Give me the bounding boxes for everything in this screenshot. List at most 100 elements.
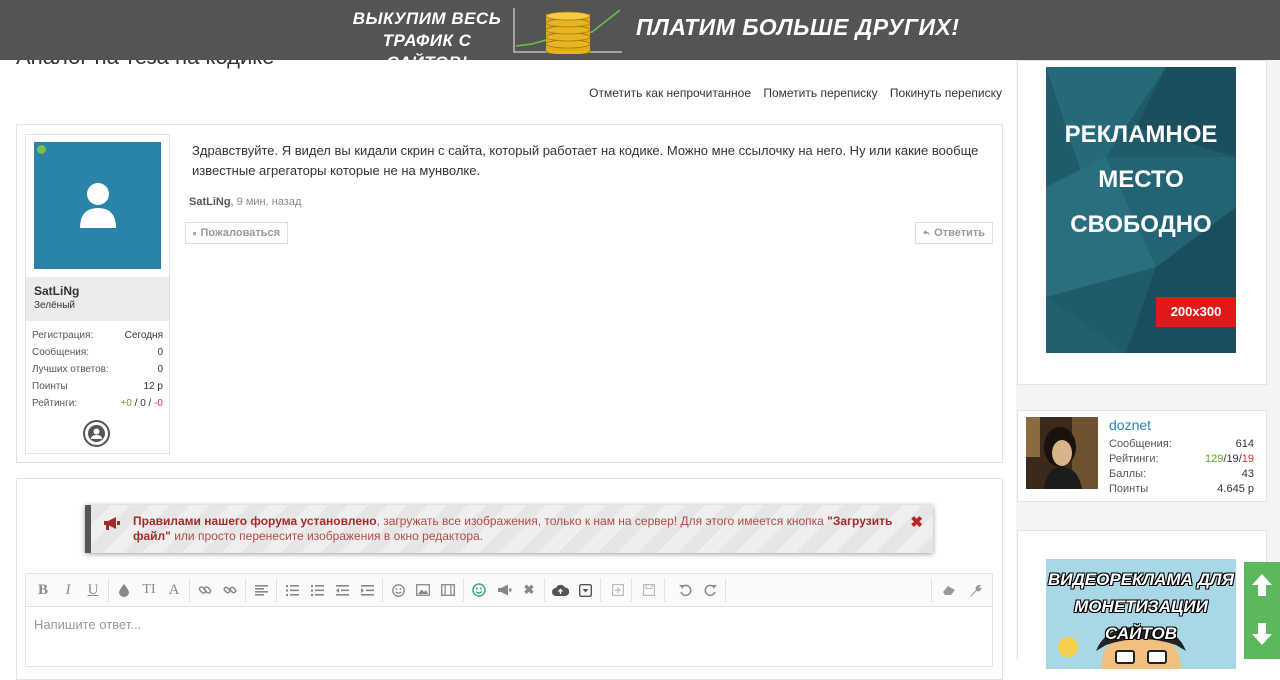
stat-row: Сообщения: 0 (32, 344, 163, 361)
reply-area: Правилами нашего форума установлено, заг… (16, 478, 1003, 680)
stat-row: Поинты 12 р (32, 378, 163, 395)
report-label: Пожаловаться (200, 222, 280, 244)
sidebar-ad-block: РЕКЛАМНОЕМЕСТОСВОБОДНО 200x300 (1017, 60, 1267, 385)
stat-label: Сообщения: (32, 344, 89, 361)
font-family-icon[interactable]: A (162, 574, 186, 606)
stat-row: Регистрация: Сегодня (32, 327, 163, 344)
ad-line: РЕКЛАМНОЕ (1046, 112, 1236, 157)
mark-unread-link[interactable]: Отметить как непрочитанное (589, 86, 751, 100)
toolbar-separator (245, 578, 246, 602)
save-draft-icon[interactable] (637, 574, 661, 606)
ad-line: СВОБОДНО (1046, 202, 1236, 247)
bold-icon[interactable]: B (31, 574, 55, 606)
font-size-icon[interactable]: TI (137, 574, 161, 606)
ad-text: РЕКЛАМНОЕМЕСТОСВОБОДНО (1046, 112, 1236, 247)
banner-right-text: ПЛАТИМ БОЛЬШЕ ДРУГИХ! (636, 14, 959, 41)
toolbar-separator (544, 578, 545, 602)
scroll-up-button[interactable] (1244, 562, 1280, 609)
ad-line: МЕСТО (1046, 157, 1236, 202)
doznet-username[interactable]: doznet (1109, 417, 1151, 433)
top-ad-banner[interactable]: ВЫКУПИМ ВЕСЬ ТРАФИК С САЙТОВ! ПЛАТИМ БОЛ… (0, 0, 1280, 60)
profile-icon[interactable] (83, 420, 110, 447)
notice-bold: Правилами нашего форума установлено (133, 514, 377, 528)
underline-icon[interactable]: U (81, 574, 105, 606)
stat-label: Баллы: (1109, 467, 1146, 482)
dropdown-box-icon[interactable] (573, 574, 597, 606)
rating-neutral: 19 (1226, 453, 1238, 465)
post-text: Здравствуйте. Я видел вы кидали скрин с … (192, 141, 992, 181)
stat-label: Рейтинги: (1109, 452, 1159, 467)
stat-row-ratings: Рейтинги: +0 / 0 / -0 (32, 395, 163, 412)
stat-label: Рейтинги: (32, 395, 77, 412)
outdent-icon[interactable] (330, 574, 354, 606)
doznet-stats: Сообщения:614 Рейтинги:129/19/19 Баллы:4… (1109, 437, 1254, 497)
megaphone-icon (103, 516, 121, 530)
ad-banner-free[interactable]: РЕКЛАМНОЕМЕСТОСВОБОДНО 200x300 (1046, 67, 1236, 353)
banner-line: ТРАФИК С САЙТОВ! (352, 30, 502, 74)
author-name-box: SatLiNg Зелёный (26, 277, 169, 321)
stat-label: Сообщения: (1109, 437, 1172, 452)
alert-icon (193, 228, 196, 239)
notice-text: , загружать все изображения, только к на… (377, 514, 828, 528)
reply-editor[interactable]: Напишите ответ... (25, 607, 993, 667)
eraser-icon[interactable] (937, 574, 961, 606)
wrench-icon[interactable] (963, 574, 987, 606)
author-avatar[interactable] (34, 142, 161, 269)
banner-line: ВЫКУПИМ ВЕСЬ (352, 8, 502, 30)
indent-icon[interactable] (355, 574, 379, 606)
reply-icon (923, 228, 930, 238)
author-stats: Регистрация: Сегодня Сообщения: 0 Лучших… (32, 327, 163, 412)
announce-icon[interactable] (492, 574, 516, 606)
doznet-avatar[interactable] (1026, 417, 1098, 489)
stat-row: Баллы:43 (1109, 467, 1254, 482)
author-card: SatLiNg Зелёный Регистрация: Сегодня Соо… (25, 134, 170, 454)
align-left-icon[interactable] (249, 574, 273, 606)
post-meta: SatLiNg, 9 мин. назад (189, 196, 301, 208)
scroll-down-button[interactable] (1244, 609, 1280, 659)
redo-icon[interactable] (698, 574, 722, 606)
insert-table-icon[interactable] (606, 574, 630, 606)
video-icon[interactable] (436, 574, 460, 606)
report-button[interactable]: Пожаловаться (185, 222, 288, 244)
video-ad-banner[interactable]: ВИДЕОРЕКЛАМА ДЛЯМОНЕТИЗАЦИИ САЙТОВ (1046, 559, 1236, 669)
thread-actions: Отметить как непрочитанное Пометить пере… (580, 86, 1002, 100)
reply-button[interactable]: Ответить (915, 222, 993, 244)
cloud-upload-icon[interactable] (548, 574, 572, 606)
link-icon[interactable] (193, 574, 217, 606)
stat-row-ratings: Рейтинги:129/19/19 (1109, 452, 1254, 467)
user-silhouette-icon (78, 182, 118, 228)
unlink-icon[interactable] (218, 574, 242, 606)
italic-icon[interactable]: I (56, 574, 80, 606)
notice-end: или просто перенесите изображения в окно… (171, 529, 483, 543)
toolbar-separator (463, 578, 464, 602)
editor-placeholder: Напишите ответ... (34, 617, 141, 632)
emoji-picker-icon[interactable] (467, 574, 491, 606)
main-column: Аналог на теза на кодике Отметить как не… (0, 0, 1016, 659)
video-ad-text: ВИДЕОРЕКЛАМА ДЛЯМОНЕТИЗАЦИИ САЙТОВ (1046, 566, 1236, 647)
numbered-list-icon[interactable] (305, 574, 329, 606)
stat-row: Сообщения:614 (1109, 437, 1254, 452)
post-meta-author[interactable]: SatLiNg (189, 196, 231, 208)
toolbar-separator (725, 578, 726, 602)
banner-left-text: ВЫКУПИМ ВЕСЬ ТРАФИК С САЙТОВ! (352, 8, 502, 74)
undo-icon[interactable] (673, 574, 697, 606)
toolbar-separator (600, 578, 601, 602)
rating-positive: +0 (120, 398, 131, 409)
stat-label: Поинты (1109, 482, 1148, 497)
stat-value: 4.645 р (1217, 482, 1254, 497)
text-color-icon[interactable] (112, 574, 136, 606)
smiley-icon[interactable] (386, 574, 410, 606)
bullet-list-icon[interactable] (280, 574, 304, 606)
leave-conversation-link[interactable]: Покинуть переписку (890, 86, 1002, 100)
image-icon[interactable] (411, 574, 435, 606)
editor-toolbar: B I U TI A ✖ (25, 573, 993, 607)
remove-format-icon[interactable]: ✖ (517, 574, 541, 606)
rating-positive: 129 (1205, 453, 1223, 465)
rating-negative: -0 (154, 398, 163, 409)
close-icon[interactable]: ✖ (910, 515, 923, 530)
author-name[interactable]: SatLiNg (34, 284, 79, 298)
toolbar-separator (631, 578, 632, 602)
ratings-value: +0 / 0 / -0 (120, 395, 163, 412)
flag-conversation-link[interactable]: Пометить переписку (763, 86, 877, 100)
sidebar-video-ad-block: ВИДЕОРЕКЛАМА ДЛЯМОНЕТИЗАЦИИ САЙТОВ (1017, 530, 1267, 660)
